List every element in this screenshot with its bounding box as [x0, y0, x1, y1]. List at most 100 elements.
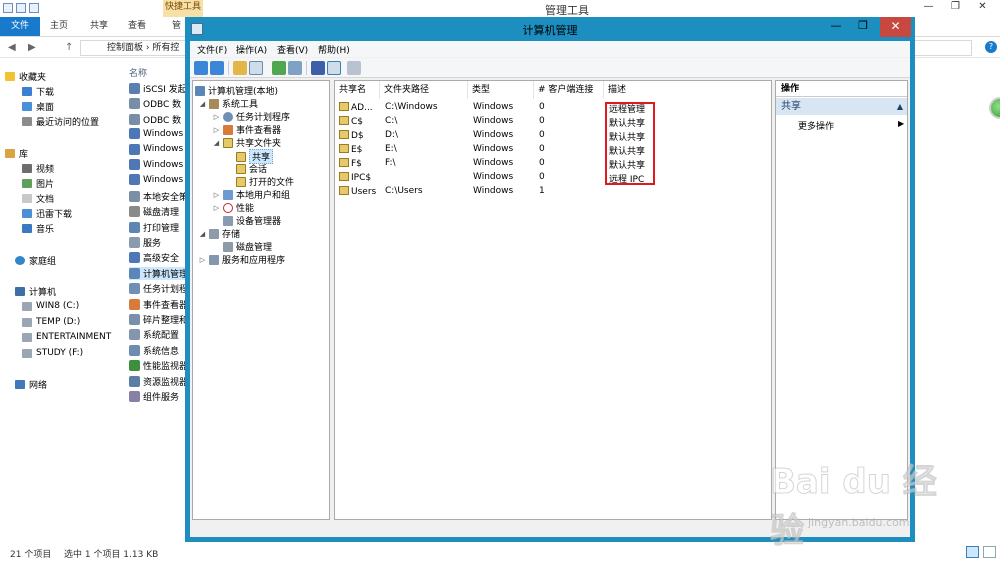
share-row[interactable]: Users C:\Users Windows 1 [335, 185, 771, 199]
file-list-item[interactable]: Windows [129, 174, 186, 186]
up-arrow-icon[interactable]: ↑ [65, 42, 73, 53]
file-list-item[interactable]: 组件服务 [129, 390, 186, 403]
help-icon[interactable] [311, 61, 325, 75]
address-bar[interactable]: 控制面板 › 所有控 [80, 40, 186, 56]
nav-pictures[interactable]: 图片 [22, 177, 54, 190]
share-row[interactable]: E$ E:\ Windows 0 默认共享 [335, 143, 771, 157]
refresh-icon[interactable] [272, 61, 286, 75]
file-list-item[interactable]: Windows [129, 159, 186, 170]
expand-arrow-icon[interactable]: ◢ [199, 230, 206, 238]
tree-node-event-viewer[interactable]: ▷ 事件查看器 [213, 123, 281, 136]
nav-videos[interactable]: 视频 [22, 162, 54, 175]
tree-node-task-scheduler[interactable]: ▷ 任务计划程序 [213, 110, 290, 123]
show-hide-action-pane-icon[interactable] [327, 61, 341, 75]
large-icons-view-icon[interactable] [983, 546, 996, 558]
nav-drive-e[interactable]: ENTERTAINMENT [22, 332, 111, 342]
ribbon-tab-home[interactable]: 主页 [50, 17, 68, 36]
forward-arrow-icon[interactable]: ▶ [28, 42, 36, 53]
file-list-item[interactable]: 任务计划程 [129, 282, 186, 295]
file-list-item[interactable]: 系统配置 [129, 328, 186, 341]
share-row[interactable]: C$ C:\ Windows 0 默认共享 [335, 115, 771, 129]
file-list-item[interactable]: 计算机管理 [129, 266, 186, 280]
file-list-item[interactable]: 本地安全策 [129, 190, 186, 203]
cm-maximize-button[interactable]: ❐ [850, 17, 876, 37]
back-icon[interactable] [194, 61, 208, 75]
collapse-triangle-icon[interactable]: ▲ [897, 98, 903, 115]
expand-arrow-icon[interactable]: ◢ [213, 139, 220, 147]
tree-node-services-apps[interactable]: ▷ 服务和应用程序 [199, 253, 285, 266]
back-arrow-icon[interactable]: ◀ [8, 42, 16, 53]
close-button[interactable]: ✕ [969, 0, 996, 16]
expand-arrow-icon[interactable]: ◢ [199, 100, 206, 108]
nav-music[interactable]: 音乐 [22, 222, 54, 235]
file-list-item[interactable]: 高级安全 [129, 251, 186, 264]
column-header-name[interactable]: 名称 [129, 66, 147, 79]
column-header-client-connections[interactable]: # 客户端连接 [534, 81, 604, 99]
menu-file[interactable]: 文件(F) [197, 43, 227, 56]
column-header-share-name[interactable]: 共享名 [335, 81, 380, 99]
nav-network[interactable]: 网络 [15, 378, 47, 391]
tree-node-root[interactable]: 计算机管理(本地) [195, 84, 278, 97]
ribbon-tab-view[interactable]: 查看 [128, 17, 146, 36]
actions-section-shares[interactable]: 共享 ▲ [776, 98, 907, 115]
nav-drive-c[interactable]: WIN8 (C:) [22, 301, 79, 311]
new-share-icon[interactable] [347, 61, 361, 75]
submenu-arrow-icon[interactable]: ▶ [898, 119, 904, 128]
file-list-item[interactable]: 服务 [129, 236, 186, 249]
nav-thunder[interactable]: 迅雷下载 [22, 207, 72, 220]
tree-node-shared-folders[interactable]: ◢ 共享文件夹 [213, 136, 281, 149]
nav-favorites[interactable]: 收藏夹 [5, 70, 46, 83]
nav-desktop[interactable]: 桌面 [22, 100, 54, 113]
file-list-item[interactable]: 事件查看器 [129, 298, 186, 311]
export-list-icon[interactable] [288, 61, 302, 75]
column-header-type[interactable]: 类型 [468, 81, 534, 99]
collapse-arrow-icon[interactable]: ▷ [213, 113, 220, 121]
forward-icon[interactable] [210, 61, 224, 75]
column-header-description[interactable]: 描述 [604, 81, 771, 99]
up-folder-icon[interactable] [233, 61, 247, 75]
file-list-item[interactable]: ODBC 数 [129, 113, 186, 126]
collapse-arrow-icon[interactable]: ▷ [213, 191, 220, 199]
minimize-button[interactable]: — [915, 0, 942, 16]
ribbon-tab-file[interactable]: 文件 [0, 17, 40, 36]
file-list-item[interactable]: 磁盘清理 [129, 205, 186, 218]
file-list-item[interactable]: Windows [129, 128, 186, 140]
menu-action[interactable]: 操作(A) [236, 43, 267, 56]
nav-computer[interactable]: 计算机 [15, 285, 56, 298]
nav-drive-f[interactable]: STUDY (F:) [22, 348, 83, 358]
cm-minimize-button[interactable]: — [823, 17, 849, 37]
menu-help[interactable]: 帮助(H) [318, 43, 350, 56]
file-list-item[interactable]: 碎片整理和 [129, 313, 186, 326]
file-list-item[interactable]: ODBC 数 [129, 97, 186, 110]
nav-documents[interactable]: 文档 [22, 192, 54, 205]
tree-node-storage[interactable]: ◢ 存储 [199, 227, 240, 240]
share-row[interactable]: F$ F:\ Windows 0 默认共享 [335, 157, 771, 171]
show-hide-tree-icon[interactable] [249, 61, 263, 75]
collapse-arrow-icon[interactable]: ▷ [213, 204, 220, 212]
file-list-item[interactable]: 打印管理 [129, 221, 186, 234]
nav-recent[interactable]: 最近访问的位置 [22, 115, 99, 128]
tree-node-open-files[interactable]: 打开的文件 [236, 175, 294, 188]
file-list-item[interactable]: iSCSI 发起 [129, 82, 186, 95]
tree-node-local-users[interactable]: ▷ 本地用户和组 [213, 188, 290, 201]
ribbon-tab-manage[interactable]: 管 [172, 17, 181, 36]
share-row[interactable]: D$ D:\ Windows 0 默认共享 [335, 129, 771, 143]
more-actions-item[interactable]: 更多操作 [798, 119, 834, 132]
ribbon-tab-share[interactable]: 共享 [90, 17, 108, 36]
tree-node-device-manager[interactable]: 设备管理器 [223, 214, 281, 227]
column-header-folder-path[interactable]: 文件夹路径 [380, 81, 468, 99]
cm-close-button[interactable]: ✕ [880, 17, 911, 37]
floating-widget-icon[interactable] [989, 97, 1000, 119]
help-icon[interactable]: ? [985, 41, 997, 53]
nav-downloads[interactable]: 下载 [22, 85, 54, 98]
search-input[interactable] [912, 40, 972, 56]
nav-drive-d[interactable]: TEMP (D:) [22, 317, 80, 327]
share-row[interactable]: AD... C:\Windows Windows 0 远程管理 [335, 101, 771, 115]
nav-library[interactable]: 库 [5, 147, 28, 160]
file-list-item[interactable]: 资源监视器 [129, 375, 186, 388]
tree-node-disk-management[interactable]: 磁盘管理 [223, 240, 272, 253]
file-list-item[interactable]: Windows [129, 143, 186, 155]
share-row[interactable]: IPC$ Windows 0 远程 IPC [335, 171, 771, 185]
tree-node-performance[interactable]: ▷ 性能 [213, 201, 254, 214]
nav-homegroup[interactable]: 家庭组 [15, 254, 56, 267]
